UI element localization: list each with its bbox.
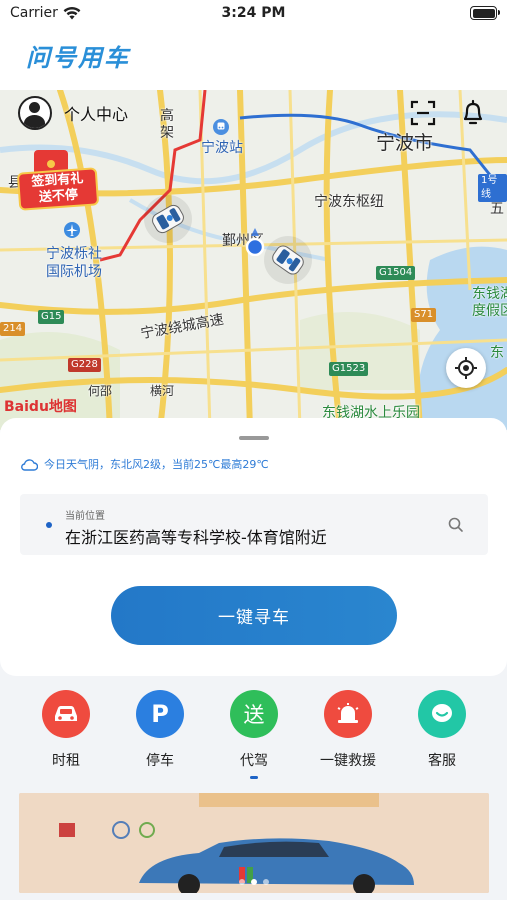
map-label-airport-1: 宁波栎社 bbox=[46, 246, 102, 262]
road-shield-214: 214 bbox=[0, 322, 26, 336]
road-shield-g1523: G1523 bbox=[329, 362, 369, 376]
search-icon[interactable] bbox=[447, 516, 465, 534]
promo-banner[interactable] bbox=[19, 793, 489, 893]
cloud-icon bbox=[21, 458, 38, 471]
service-label: 代驾 bbox=[240, 753, 268, 769]
bell-icon[interactable] bbox=[458, 98, 488, 128]
location-field[interactable]: 当前位置 在浙江医药高等专科学校-体育馆附近 bbox=[20, 494, 488, 555]
baidu-attribution: Baidu地图 bbox=[4, 399, 77, 415]
map-label-metro-1: 1号线 bbox=[478, 174, 507, 202]
location-caption: 当前位置 bbox=[65, 511, 105, 522]
service-designated-driver[interactable]: 送 代驾 bbox=[214, 690, 294, 779]
map-label-henghe: 横河 bbox=[150, 384, 175, 398]
weather-text: 今日天气阴，东北风2级，当前25℃最高29℃ bbox=[44, 458, 269, 471]
map-view[interactable]: 宁波市 宁波站 宁波东枢纽 鄞州区 宁波栎社 国际机场 宁波绕城高速 东钱湖 度… bbox=[0, 90, 507, 430]
user-center-label[interactable]: 个人中心 bbox=[64, 101, 128, 125]
service-label: 时租 bbox=[52, 753, 80, 769]
clock: 3:24 PM bbox=[221, 5, 286, 21]
airport-icon bbox=[64, 222, 80, 238]
status-bar: Carrier 3:24 PM bbox=[0, 0, 507, 28]
map-label-hetong: 何邵 bbox=[88, 384, 113, 398]
scan-icon[interactable] bbox=[408, 98, 438, 128]
service-parking[interactable]: P 停车 bbox=[120, 690, 200, 770]
siren-icon bbox=[324, 690, 372, 738]
location-dot-icon bbox=[46, 522, 52, 528]
app-logo: 问号用车 bbox=[26, 44, 130, 72]
road-shield-s71: S71 bbox=[411, 308, 437, 322]
find-car-button[interactable]: 一键寻车 bbox=[111, 586, 397, 645]
map-label-airport-2: 国际机场 bbox=[46, 264, 102, 280]
map-car-marker[interactable] bbox=[263, 235, 313, 285]
signin-promo-text[interactable]: 签到有礼 送不停 bbox=[16, 167, 100, 211]
parking-glyph: P bbox=[151, 700, 169, 728]
service-rescue[interactable]: 一键救援 bbox=[308, 690, 388, 770]
driver-glyph: 送 bbox=[243, 703, 265, 727]
service-hourly-rental[interactable]: 时租 bbox=[26, 690, 106, 770]
service-customer-service[interactable]: 客服 bbox=[402, 690, 482, 770]
page-dot bbox=[239, 879, 245, 885]
map-label-ningbo-city: 宁波市 bbox=[376, 132, 434, 154]
map-label-dongqian-2: 度假区 bbox=[472, 303, 507, 319]
selected-indicator bbox=[250, 776, 258, 779]
signin-promo[interactable]: 签到有礼 送不停 bbox=[16, 150, 100, 211]
battery-icon bbox=[470, 6, 500, 20]
service-label: 停车 bbox=[146, 753, 174, 769]
service-grid: 时租 P 停车 送 代驾 一键救援 客服 bbox=[0, 690, 507, 780]
avatar-icon[interactable] bbox=[18, 96, 52, 130]
sheet-drag-handle[interactable] bbox=[239, 436, 269, 440]
bottom-sheet: 今日天气阴，东北风2级，当前25℃最高29℃ 当前位置 在浙江医药高等专科学校-… bbox=[0, 418, 507, 676]
page-dot bbox=[263, 879, 269, 885]
service-label: 一键救援 bbox=[320, 753, 376, 769]
road-shield-g228: G228 bbox=[68, 358, 101, 372]
train-station-icon bbox=[213, 119, 229, 135]
weather-info: 今日天气阴，东北风2级，当前25℃最高29℃ bbox=[20, 456, 269, 472]
car-icon bbox=[42, 690, 90, 738]
road-shield-g1504: G1504 bbox=[376, 266, 416, 280]
customer-service-icon bbox=[418, 690, 466, 738]
page-dot-active bbox=[251, 879, 257, 885]
map-label-ningbo-east-hub: 宁波东枢纽 bbox=[314, 194, 384, 210]
locate-button[interactable] bbox=[446, 348, 486, 388]
location-address: 在浙江医药高等专科学校-体育馆附近 bbox=[65, 528, 327, 547]
map-label-dong: 东 bbox=[490, 345, 504, 361]
map-car-marker[interactable] bbox=[143, 194, 193, 244]
app-header: 问号用车 bbox=[0, 28, 507, 90]
map-label-jia: 架 bbox=[160, 125, 174, 141]
banner-car-image bbox=[19, 793, 489, 893]
map-attribution: Baidu地图 bbox=[4, 396, 77, 416]
parking-icon: P bbox=[136, 690, 184, 738]
service-label: 客服 bbox=[428, 753, 456, 769]
banner-pagination bbox=[19, 879, 489, 885]
road-shield-g15: G15 bbox=[38, 310, 65, 324]
crosshair-icon bbox=[455, 357, 477, 379]
designated-driver-icon: 送 bbox=[230, 690, 278, 738]
user-center[interactable]: 个人中心 bbox=[18, 96, 128, 130]
map-label-ningbo-station: 宁波站 bbox=[201, 140, 243, 156]
